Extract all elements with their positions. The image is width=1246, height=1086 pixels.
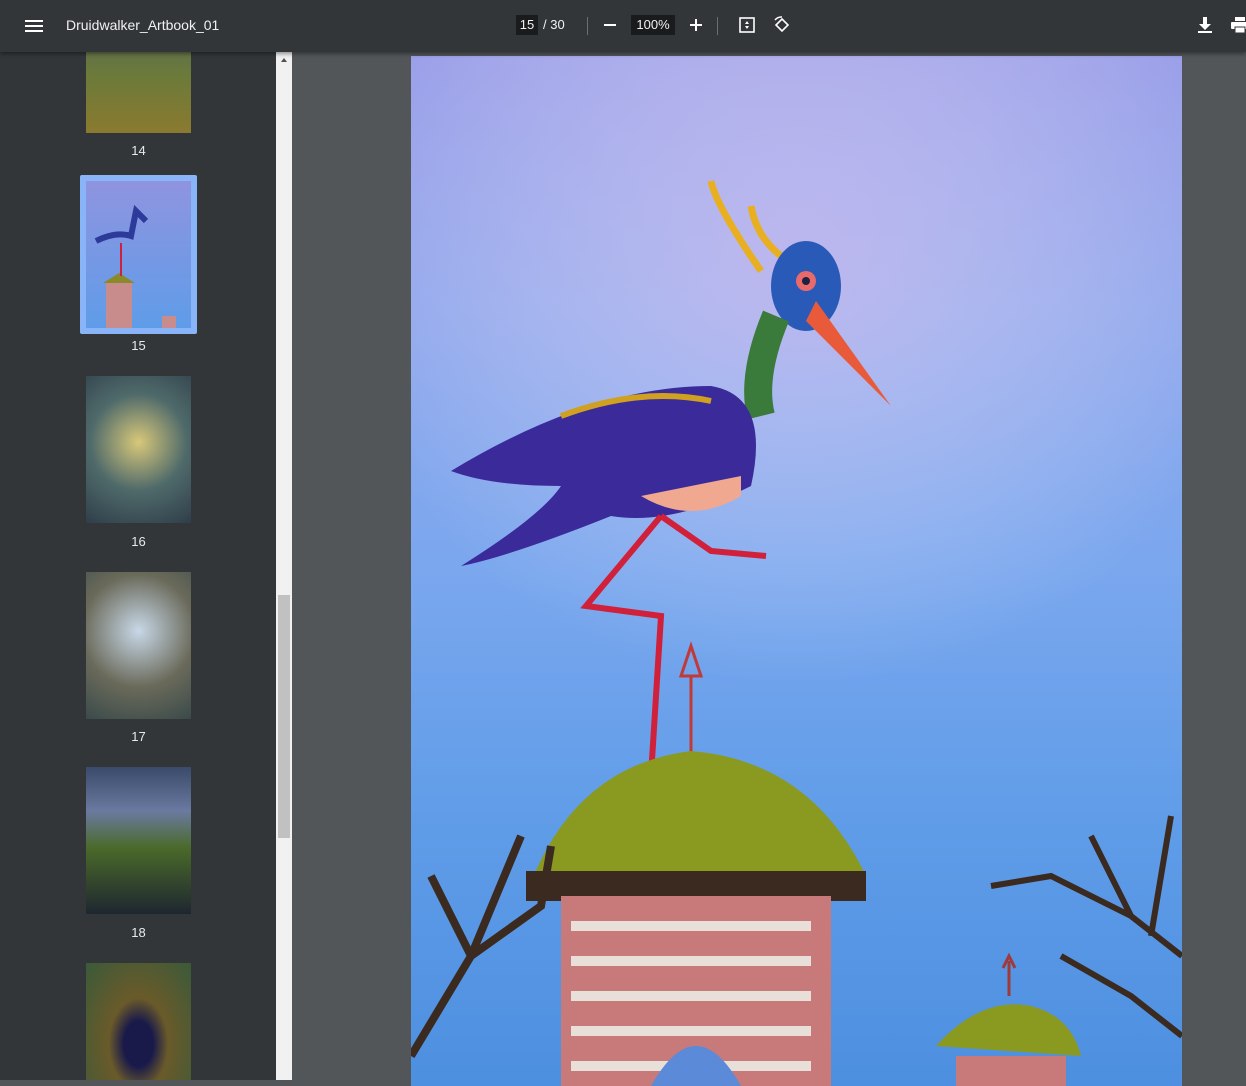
print-button[interactable]: [1230, 15, 1246, 35]
download-icon: [1198, 17, 1212, 33]
toolbar: Druidwalker_Artbook_01 15 / 30 100%: [0, 0, 1246, 52]
page-number-input[interactable]: 15: [516, 15, 538, 35]
minus-icon: [604, 19, 616, 31]
fit-to-page-button[interactable]: [737, 15, 757, 35]
zoom-in-button[interactable]: [686, 15, 706, 35]
thumbnail-page-16[interactable]: [86, 376, 191, 523]
thumbnail-label: 18: [86, 925, 191, 940]
fit-page-icon: [739, 17, 755, 33]
thumbnail-page-19[interactable]: [86, 963, 191, 1080]
thumbnail-page-17[interactable]: [86, 572, 191, 719]
download-button[interactable]: [1195, 15, 1215, 35]
pdf-page-15: [411, 56, 1182, 1086]
thumbnail-sidebar: 14 15 16 17 18: [0, 52, 276, 1080]
plus-icon: [690, 19, 702, 31]
divider: [717, 17, 718, 35]
page-total: / 30: [543, 17, 565, 32]
thumbnail-label: 17: [86, 729, 191, 744]
zoom-out-button[interactable]: [600, 15, 620, 35]
document-title: Druidwalker_Artbook_01: [66, 17, 219, 33]
stork-artwork: [411, 56, 1182, 1086]
hamburger-icon: [25, 19, 43, 33]
print-icon: [1231, 17, 1246, 33]
thumbnail-page-15[interactable]: [86, 181, 191, 328]
thumbnail-page-14[interactable]: [86, 52, 191, 133]
thumbnail-label: 14: [86, 143, 191, 158]
thumbnail-label: 16: [86, 534, 191, 549]
scroll-up-arrow-icon: [276, 52, 292, 66]
zoom-input[interactable]: 100%: [631, 15, 675, 35]
rotate-button[interactable]: [772, 15, 792, 35]
rotate-icon: [773, 16, 791, 34]
sidebar-scrollbar[interactable]: [276, 52, 292, 1080]
divider: [587, 17, 588, 35]
thumbnail-label: 15: [86, 338, 191, 353]
thumbnail-page-18[interactable]: [86, 767, 191, 914]
scrollbar-thumb[interactable]: [278, 595, 290, 838]
menu-button[interactable]: [22, 14, 46, 38]
thumbnail-stork-image: [86, 181, 191, 328]
